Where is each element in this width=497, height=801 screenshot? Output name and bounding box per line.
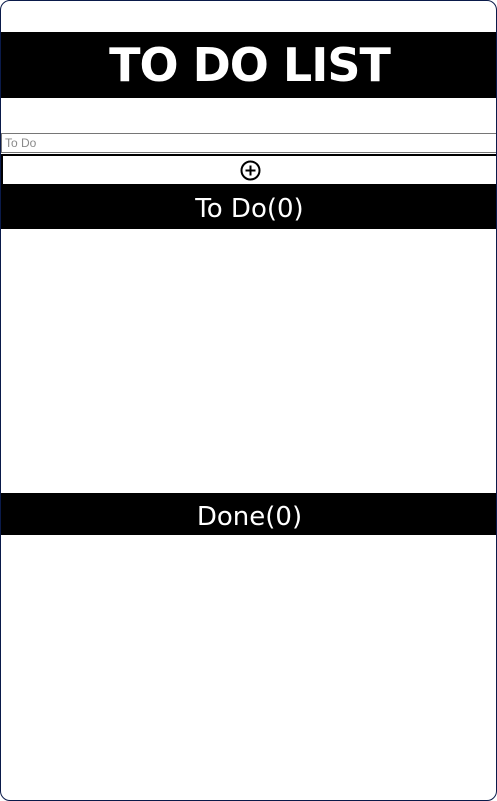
add-todo-button[interactable] [1,154,496,186]
plus-circle-icon [240,160,261,181]
done-list [1,535,496,799]
page-title: TO DO LIST [1,32,496,98]
todo-app: TO DO LIST To Do(0) Done(0) [0,0,497,801]
todo-list [1,229,496,493]
todo-input[interactable] [1,133,496,153]
todo-section-header: To Do(0) [1,186,496,229]
done-section-header: Done(0) [1,493,496,535]
